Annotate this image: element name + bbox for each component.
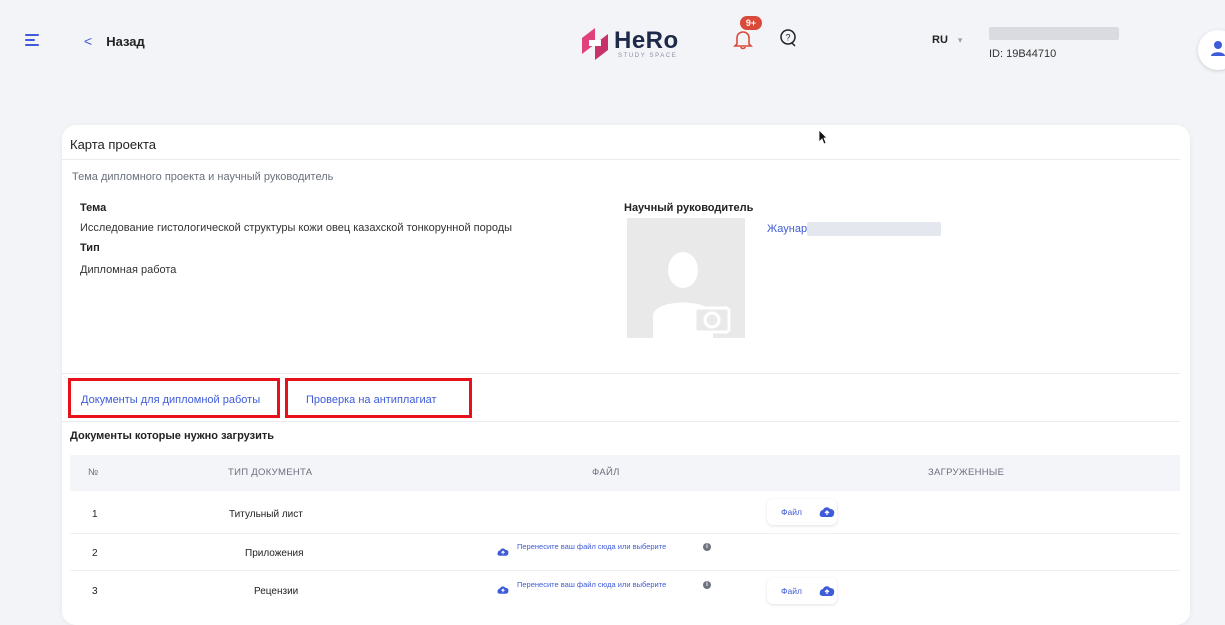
back-button[interactable]: < Назад bbox=[84, 33, 145, 49]
project-card: Карта проекта Тема дипломного проекта и … bbox=[62, 125, 1190, 625]
supervisor-name-redacted bbox=[807, 222, 941, 236]
person-camera-icon bbox=[653, 252, 731, 338]
column-header: ТИП ДОКУМЕНТА bbox=[228, 467, 313, 478]
tab-label: Документы для дипломной работы bbox=[81, 394, 261, 406]
theme-value: Исследование гистологической структуры к… bbox=[80, 222, 513, 234]
document-type: Рецензии bbox=[254, 586, 299, 597]
row-number: 1 bbox=[92, 509, 98, 520]
dropzone-text: Перенесите ваш файл сюда или выберите bbox=[517, 580, 667, 589]
file-dropzone[interactable]: Перенесите ваш файл сюда или выберите i bbox=[487, 578, 711, 604]
hero-logo-icon bbox=[582, 28, 608, 60]
supervisor-photo-placeholder bbox=[627, 218, 745, 338]
info-icon[interactable]: i bbox=[703, 543, 711, 551]
uploaded-file-button[interactable]: Файл bbox=[767, 499, 837, 525]
language-label: RU bbox=[932, 34, 948, 46]
row-divider bbox=[70, 533, 1180, 534]
tab-plagiarism-check[interactable]: Проверка на антиплагиат bbox=[285, 378, 472, 418]
svg-text:?: ? bbox=[785, 33, 790, 43]
column-header: ФАЙЛ bbox=[592, 467, 620, 478]
cloud-upload-icon bbox=[819, 586, 835, 596]
language-selector[interactable]: RU ▾ bbox=[932, 34, 962, 46]
tab-label: Проверка на антиплагиат bbox=[306, 394, 437, 406]
divider bbox=[62, 373, 1180, 374]
type-value: Дипломная работа bbox=[80, 264, 177, 276]
chat-help-icon[interactable]: ? bbox=[778, 28, 798, 48]
table-header: № ТИП ДОКУМЕНТА ФАЙЛ ЗАГРУЖЕННЫЕ bbox=[70, 455, 1180, 491]
section-subtitle: Тема дипломного проекта и научный руково… bbox=[72, 171, 334, 183]
file-button-label: Файл bbox=[781, 507, 802, 517]
row-number: 2 bbox=[92, 548, 98, 559]
logo-subtitle: STUDY SPACE bbox=[618, 53, 678, 59]
theme-label: Тема bbox=[80, 202, 107, 214]
user-name-redacted bbox=[989, 27, 1119, 40]
row-number: 3 bbox=[92, 586, 98, 597]
row-divider bbox=[70, 570, 1180, 571]
file-dropzone[interactable]: Перенесите ваш файл сюда или выберите i bbox=[487, 540, 711, 566]
type-label: Тип bbox=[80, 242, 100, 254]
user-icon bbox=[1211, 41, 1225, 56]
dropzone-text: Перенесите ваш файл сюда или выберите bbox=[517, 542, 667, 551]
mouse-cursor-icon bbox=[818, 129, 828, 145]
column-header: ЗАГРУЖЕННЫЕ bbox=[928, 467, 1005, 478]
uploaded-file-button[interactable]: Файл bbox=[767, 578, 837, 604]
divider bbox=[62, 421, 1180, 422]
tab-thesis-documents[interactable]: Документы для дипломной работы bbox=[68, 378, 280, 418]
supervisor-name-link[interactable]: Жаунар bbox=[767, 223, 807, 235]
bell-icon[interactable] bbox=[732, 28, 754, 50]
supervisor-label: Научный руководитель bbox=[624, 202, 754, 214]
cloud-upload-icon bbox=[497, 548, 509, 556]
app-header: < Назад HeRo STUDY SPACE 9+ ? RU ▾ ID: 19B… bbox=[0, 0, 1225, 90]
document-type: Приложения bbox=[245, 548, 304, 559]
document-type: Титульный лист bbox=[229, 509, 303, 520]
notification-badge: 9+ bbox=[740, 16, 762, 30]
cloud-upload-icon bbox=[819, 507, 835, 517]
file-button-label: Файл bbox=[781, 586, 802, 596]
chevron-left-icon: < bbox=[84, 33, 93, 49]
user-id: ID: 19B44710 bbox=[989, 48, 1057, 60]
avatar[interactable] bbox=[1198, 30, 1225, 70]
documents-title: Документы которые нужно загрузить bbox=[70, 430, 275, 442]
cloud-upload-icon bbox=[497, 586, 509, 594]
menu-icon[interactable] bbox=[25, 34, 39, 46]
back-label: Назад bbox=[106, 34, 145, 49]
logo-text: HeRo bbox=[614, 27, 679, 54]
card-title: Карта проекта bbox=[70, 137, 156, 152]
column-header: № bbox=[88, 467, 99, 478]
caret-down-icon: ▾ bbox=[957, 35, 963, 45]
info-icon[interactable]: i bbox=[703, 581, 711, 589]
divider bbox=[62, 159, 1180, 160]
